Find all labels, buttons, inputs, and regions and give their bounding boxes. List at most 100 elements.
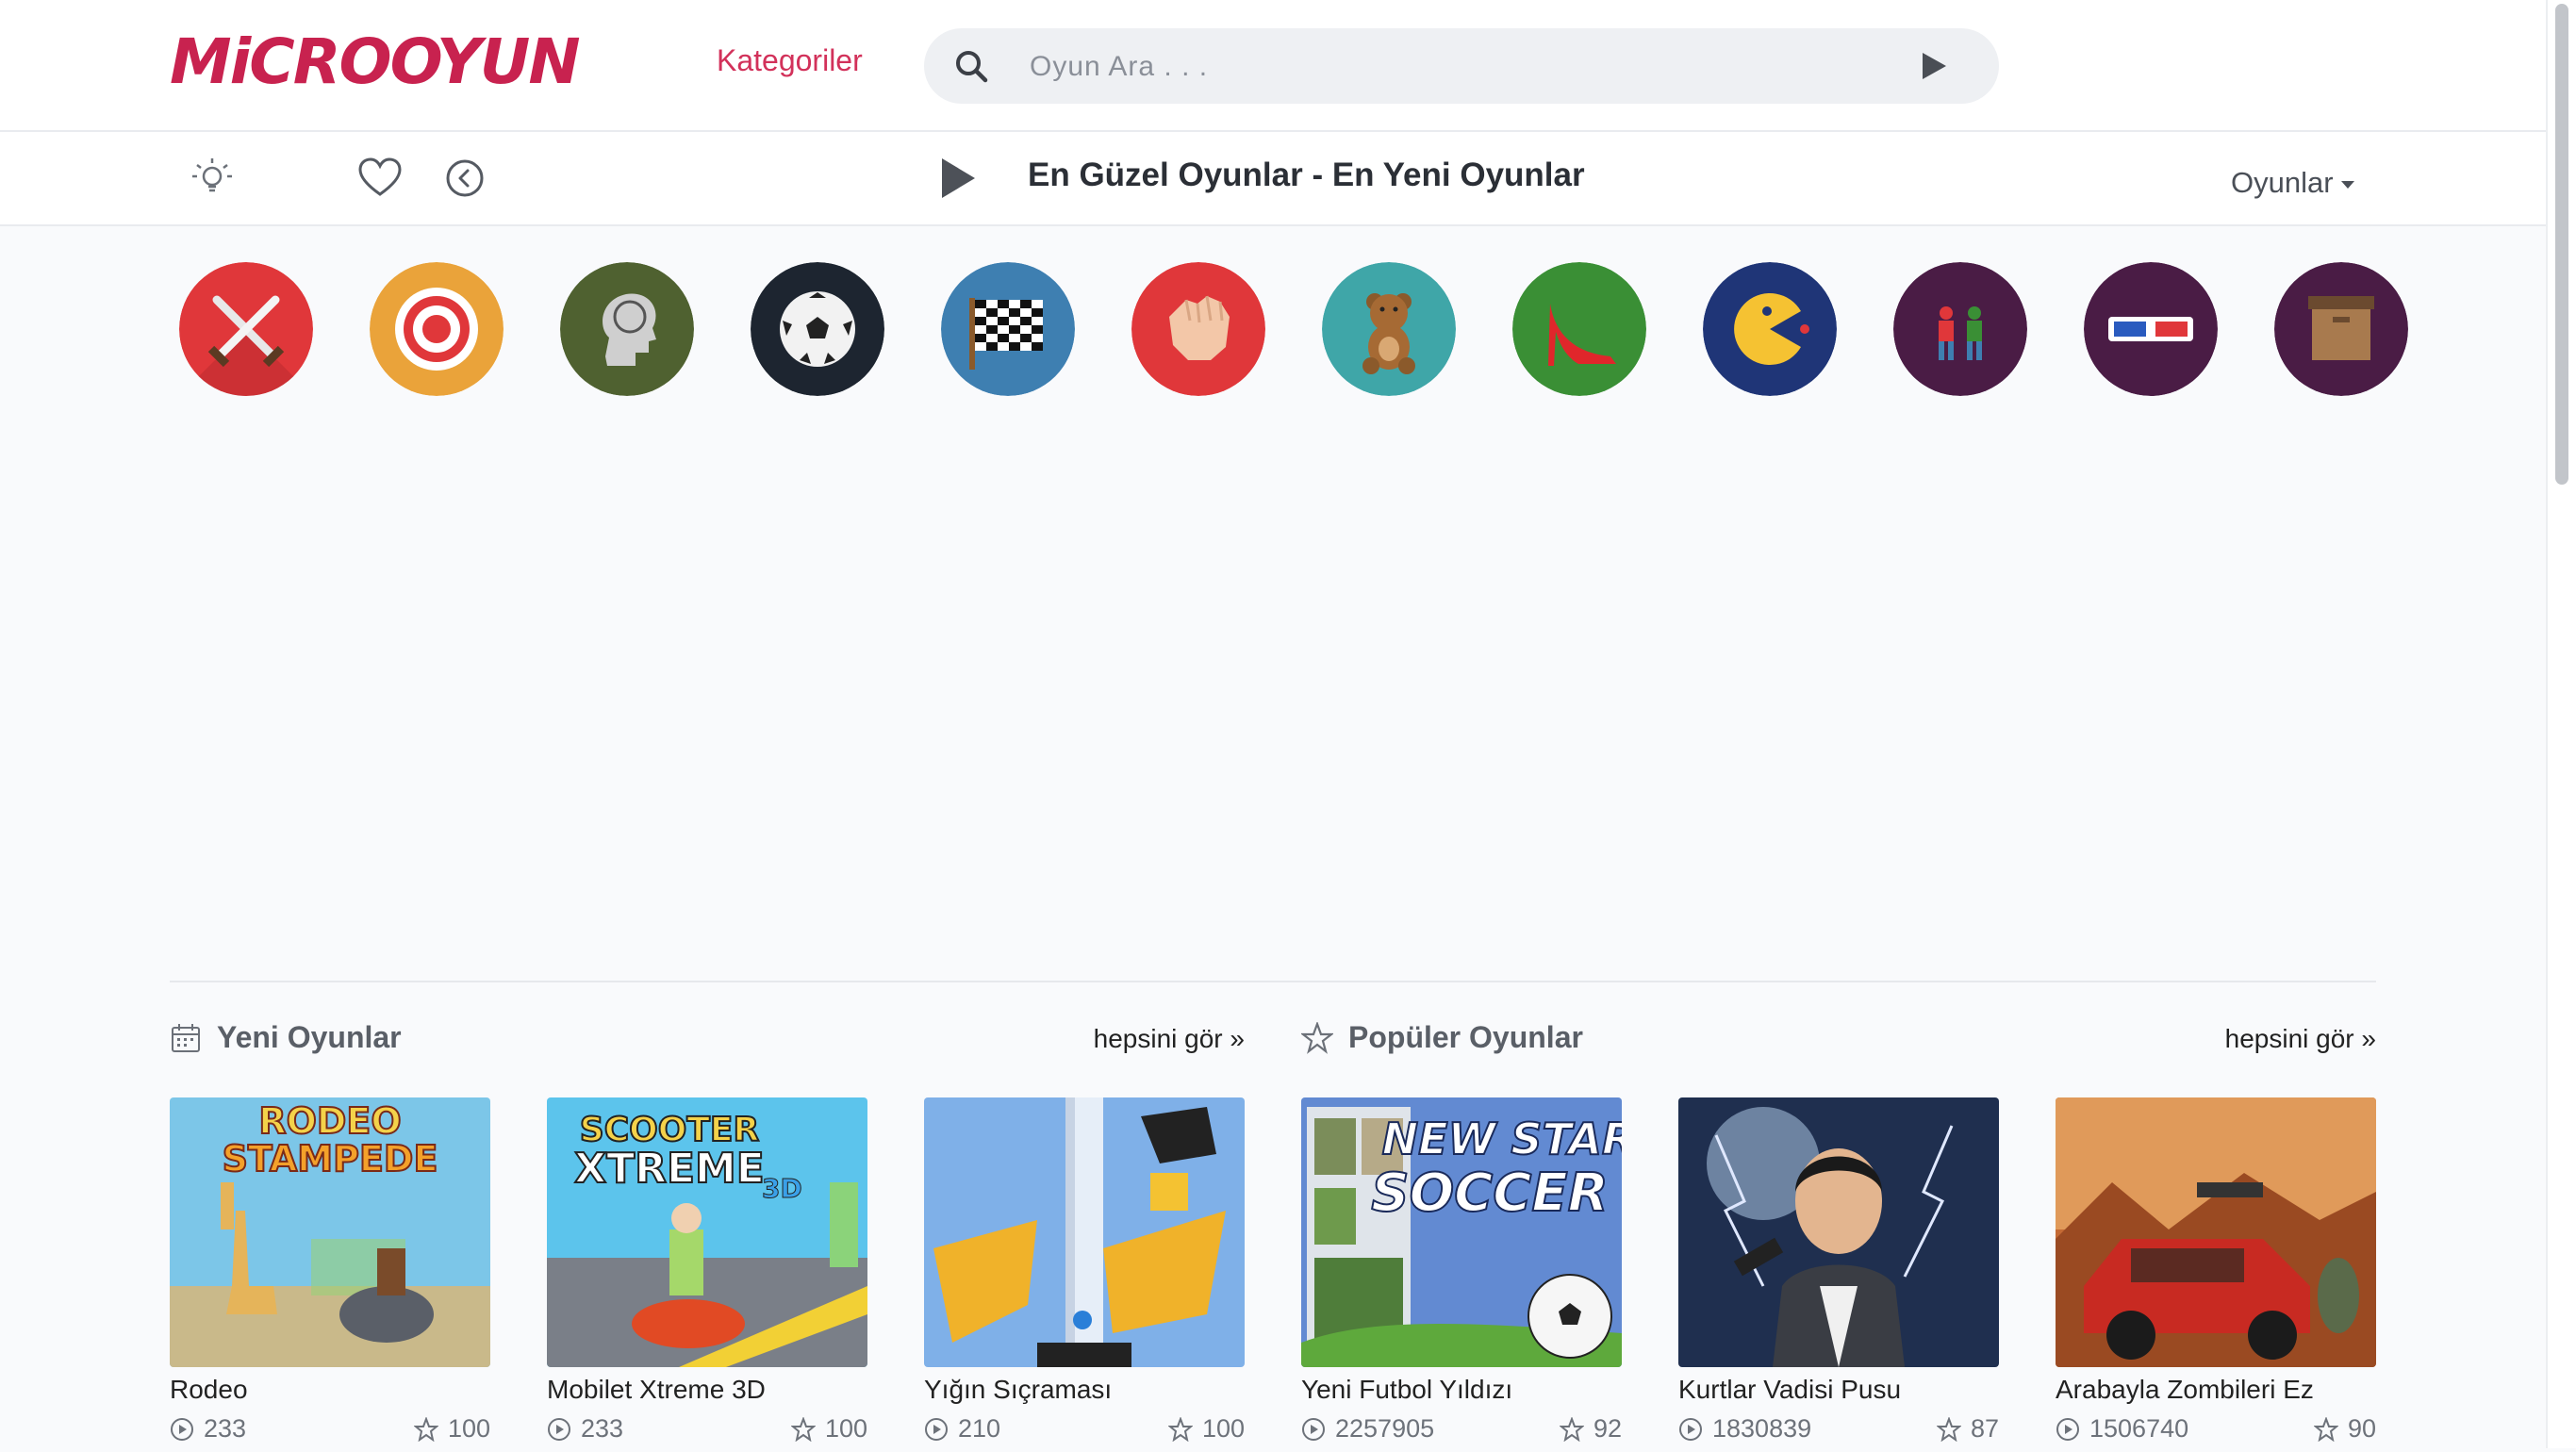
game-stats: 1830839 87 — [1678, 1414, 1999, 1452]
category-crossed-swords[interactable] — [179, 262, 313, 396]
kurtlar-vadisi-thumbnail — [1678, 1097, 1999, 1367]
game-title[interactable]: Kurtlar Vadisi Pusu — [1678, 1375, 1999, 1405]
search-input[interactable] — [1028, 41, 1880, 92]
star-icon — [1936, 1417, 1961, 1442]
rating-value: 90 — [2347, 1414, 2376, 1443]
category-arcade[interactable] — [1703, 262, 1837, 396]
sub-toolbar: En Güzel Oyunlar - En Yeni Oyunlar Oyunl… — [0, 132, 2546, 226]
section-divider — [170, 981, 2376, 982]
category-3d[interactable] — [2084, 262, 2218, 396]
play-icon — [942, 158, 975, 198]
site-logo[interactable]: MiCROOYUN — [170, 28, 581, 96]
star-icon — [1559, 1417, 1584, 1442]
star-outline-icon — [1301, 1022, 1333, 1054]
nav-categories-link[interactable]: Kategoriler — [717, 43, 863, 78]
popular-games-see-all-link[interactable]: hepsini gör » — [2225, 1024, 2376, 1054]
popular-games-header: Popüler Oyunlar hepsini gör » — [1301, 1018, 2376, 1060]
play-circle-icon — [2056, 1418, 2079, 1441]
game-card[interactable]: SCOOTER XTREME 3D Mobilet Xtreme 3D 233 … — [547, 1097, 867, 1452]
svg-text:3D: 3D — [762, 1173, 802, 1204]
play-circle-icon — [925, 1418, 948, 1441]
game-thumbnail[interactable] — [924, 1097, 1245, 1367]
box-icon — [2274, 262, 2408, 396]
svg-text:XTREME: XTREME — [574, 1145, 765, 1193]
svg-text:RODEO: RODEO — [258, 1100, 401, 1142]
rating: 100 — [413, 1414, 490, 1444]
pacman-icon — [1703, 262, 1837, 396]
rating: 90 — [2313, 1414, 2376, 1444]
game-thumbnail[interactable] — [2056, 1097, 2376, 1367]
category-strip — [179, 262, 2408, 398]
top-header: MiCROOYUN Kategoriler — [0, 0, 2546, 132]
high-heel-icon — [1512, 262, 1646, 396]
favorite-heart-icon[interactable] — [355, 153, 405, 204]
category-soccer[interactable] — [751, 262, 884, 396]
soccer-ball-icon — [751, 262, 884, 396]
new-games-header: Yeni Oyunlar hepsini gör » — [170, 1018, 1245, 1060]
play-count: 210 — [924, 1414, 1000, 1444]
svg-text:STAMPEDE: STAMPEDE — [223, 1138, 438, 1180]
game-stats: 1506740 90 — [2056, 1414, 2376, 1452]
rating-value: 100 — [447, 1414, 490, 1443]
play-count-value: 233 — [581, 1414, 624, 1443]
game-title[interactable]: Rodeo — [170, 1375, 490, 1405]
category-other[interactable] — [2274, 262, 2408, 396]
rating-value: 87 — [1970, 1414, 1999, 1443]
new-games-see-all-link[interactable]: hepsini gör » — [1094, 1024, 1245, 1054]
new-games-title: Yeni Oyunlar — [217, 1020, 402, 1054]
category-target[interactable] — [370, 262, 504, 396]
play-count-value: 1830839 — [1712, 1414, 1812, 1443]
lightbulb-icon[interactable] — [187, 153, 238, 204]
zombie-car-thumbnail — [2056, 1097, 2376, 1367]
play-count: 1830839 — [1678, 1414, 1811, 1444]
game-title[interactable]: Arabayla Zombileri Ez — [2056, 1375, 2376, 1405]
play-count: 1506740 — [2056, 1414, 2188, 1444]
play-count-value: 2257905 — [1335, 1414, 1435, 1443]
page-scrollbar[interactable] — [2546, 0, 2576, 1448]
search-icon[interactable] — [952, 47, 990, 85]
rating-value: 92 — [1593, 1414, 1622, 1443]
game-title[interactable]: Yığın Sıçraması — [924, 1375, 1245, 1405]
teddy-bear-icon — [1322, 262, 1456, 396]
rodeo-stampede-thumbnail: RODEO STAMPEDE — [170, 1097, 490, 1367]
game-card[interactable]: Kurtlar Vadisi Pusu 1830839 87 — [1678, 1097, 1999, 1452]
chevron-down-icon — [2340, 180, 2354, 189]
game-stats: 210 100 — [924, 1414, 1245, 1452]
rating: 100 — [790, 1414, 867, 1444]
games-dropdown[interactable]: Oyunlar — [2231, 166, 2354, 200]
new-star-soccer-thumbnail: NEW STAR SOCCER — [1301, 1097, 1622, 1367]
two-players-icon — [1893, 262, 2027, 396]
svg-text:SOCCER: SOCCER — [1371, 1163, 1609, 1224]
category-girls[interactable] — [1512, 262, 1646, 396]
play-circle-icon — [1302, 1418, 1325, 1441]
game-title[interactable]: Yeni Futbol Yıldızı — [1301, 1375, 1622, 1405]
game-thumbnail[interactable]: SCOOTER XTREME 3D — [547, 1097, 867, 1367]
game-card[interactable]: Yığın Sıçraması 210 100 — [924, 1097, 1245, 1452]
back-arrow-icon[interactable] — [439, 153, 490, 204]
game-thumbnail[interactable]: RODEO STAMPEDE — [170, 1097, 490, 1367]
page-title: En Güzel Oyunlar - En Yeni Oyunlar — [1028, 157, 1585, 193]
play-count: 233 — [547, 1414, 623, 1444]
category-racing[interactable] — [941, 262, 1075, 396]
rating-value: 100 — [1201, 1414, 1245, 1443]
svg-text:SCOOTER: SCOOTER — [580, 1111, 759, 1149]
category-two-player[interactable] — [1893, 262, 2027, 396]
fist-icon — [1131, 262, 1265, 396]
category-brain[interactable] — [560, 262, 694, 396]
search-submit-play-icon[interactable] — [1914, 47, 1952, 85]
game-card[interactable]: RODEO STAMPEDE Rodeo 233 100 — [170, 1097, 490, 1452]
category-kids[interactable] — [1322, 262, 1456, 396]
scrollbar-thumb[interactable] — [2555, 4, 2568, 485]
stack-bounce-thumbnail — [924, 1097, 1245, 1367]
play-count-value: 210 — [958, 1414, 1001, 1443]
game-card[interactable]: NEW STAR SOCCER Yeni Futbol Yıldızı 2257… — [1301, 1097, 1622, 1452]
game-card[interactable]: Arabayla Zombileri Ez 1506740 90 — [2056, 1097, 2376, 1452]
brain-head-icon — [560, 262, 694, 396]
search-bar — [924, 28, 1999, 104]
game-title[interactable]: Mobilet Xtreme 3D — [547, 1375, 867, 1405]
category-fighting[interactable] — [1131, 262, 1265, 396]
play-circle-icon — [548, 1418, 570, 1441]
game-thumbnail[interactable] — [1678, 1097, 1999, 1367]
game-stats: 233 100 — [170, 1414, 490, 1452]
game-thumbnail[interactable]: NEW STAR SOCCER — [1301, 1097, 1622, 1367]
